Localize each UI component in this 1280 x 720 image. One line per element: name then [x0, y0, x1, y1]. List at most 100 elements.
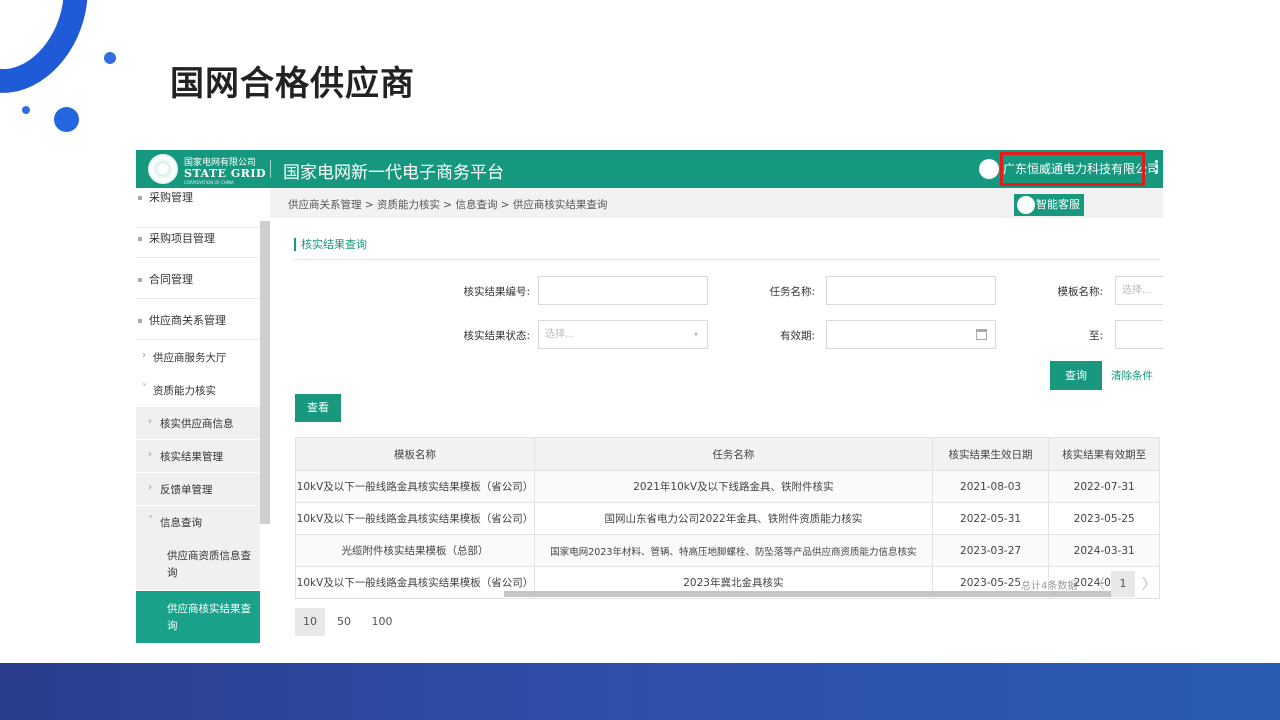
chevron-down-icon: ˅ — [142, 383, 147, 394]
page-size-50[interactable]: 50 — [329, 608, 359, 636]
task-name-label: 任务名称: — [769, 286, 815, 298]
smart-service-label: 智能客服 — [1036, 198, 1080, 211]
screenshot-frame: 国家电网有限公司 STATE GRID CORPORATION OF CHINA… — [136, 150, 1163, 652]
sidebar-item-info-query[interactable]: ˅ 信息查询 — [136, 506, 260, 538]
sidebar-item-label: 采购管理 — [149, 191, 193, 204]
to-date-input[interactable] — [1115, 320, 1163, 349]
sidebar-item-label: 供应商服务大厅 — [153, 352, 227, 364]
to-label: 至: — [1088, 330, 1103, 342]
slide: 国网合格供应商 国家电网有限公司 STATE GRID CORPORATION … — [0, 0, 1280, 720]
bullet-icon — [138, 196, 142, 200]
column-header[interactable]: 核实结果生效日期 — [931, 437, 1050, 471]
table-cell: 国家电网2023年材料、管辆、特高压地脚螺栓、防坠落等产品供应商资质能力信息核实 — [533, 534, 933, 567]
table-row[interactable]: 光缆附件核实结果模板（总部） 国家电网2023年材料、管辆、特高压地脚螺栓、防坠… — [295, 534, 1160, 567]
total-count: 总计4条数据 — [1021, 581, 1078, 592]
task-name-input[interactable] — [826, 276, 996, 305]
sidebar-item-verify-result-manage[interactable]: › 核实结果管理 — [136, 440, 260, 472]
query-button[interactable]: 查询 — [1050, 361, 1102, 390]
chevron-right-icon: › — [142, 350, 146, 361]
status-select[interactable]: 选择... ▾ — [538, 320, 708, 349]
sidebar-item-supplier-service-hall[interactable]: › 供应商服务大厅 — [136, 341, 260, 373]
valid-date-label: 有效期: — [779, 330, 815, 342]
template-name-select[interactable]: 选择... ▾ — [1115, 276, 1163, 305]
table-cell: 2024-03-31 — [1048, 534, 1160, 567]
platform-title: 国家电网新一代电子商务平台 — [283, 163, 504, 183]
table-cell: 2021-08-03 — [931, 470, 1050, 503]
chevron-right-icon: › — [148, 449, 152, 460]
table-cell: 10kV及以下一般线路金具核实结果模板（省公司） — [295, 566, 535, 599]
sidebar-item-label: 核实供应商信息 — [160, 418, 234, 430]
chevron-down-icon: ˅ — [148, 515, 153, 526]
sidebar-item-supplier-relations[interactable]: 供应商关系管理 — [136, 300, 260, 340]
sidebar-item-label: 反馈单管理 — [160, 484, 213, 496]
results-table: 模板名称 任务名称 核实结果生效日期 核实结果有效期至 10kV及以下一般线路金… — [295, 437, 1160, 599]
sidebar: 采购管理 采购项目管理 合同管理 供应商关系管理 › 供应商服务大厅 ˅ 资质能… — [136, 188, 260, 652]
more-vertical-icon[interactable] — [1152, 158, 1160, 180]
sidebar-scrollbar[interactable] — [260, 221, 270, 524]
decorative-dot — [22, 106, 30, 114]
table-cell: 2023-03-27 — [931, 534, 1050, 567]
decorative-ring — [0, 0, 112, 114]
slide-title: 国网合格供应商 — [170, 64, 415, 104]
sidebar-item-qualification-verify[interactable]: ˅ 资质能力核实 — [136, 374, 260, 406]
table-row[interactable]: 10kV及以下一般线路金具核实结果模板（省公司） 国网山东省电力公司2022年金… — [295, 502, 1160, 535]
clear-conditions-link[interactable]: 清除条件 — [1111, 368, 1153, 383]
table-row[interactable]: 10kV及以下一般线路金具核实结果模板（省公司） 2021年10kV及以下线路金… — [295, 470, 1160, 503]
sidebar-item-label: 资质能力核实 — [153, 385, 216, 397]
table-cell: 2022-05-31 — [931, 502, 1050, 535]
logo-en-text: STATE GRID — [184, 167, 267, 180]
highlight-box — [1000, 152, 1145, 186]
chevron-left-icon[interactable]: 〈 — [1091, 574, 1105, 594]
smart-service-button[interactable]: 智能客服 — [1014, 194, 1084, 216]
table-cell: 2021年10kV及以下线路金具、铁附件核实 — [533, 470, 933, 503]
sidebar-item-verify-result-query[interactable]: 供应商核实结果查询 — [136, 591, 260, 643]
column-header[interactable]: 模板名称 — [295, 437, 535, 471]
breadcrumb[interactable]: 供应商关系管理 > 资质能力核实 > 信息查询 > 供应商核实结果查询 — [288, 197, 607, 212]
table-cell: 国网山东省电力公司2022年金具、铁附件资质能力核实 — [533, 502, 933, 535]
page-number[interactable]: 1 — [1111, 571, 1135, 597]
table-cell: 2022-07-31 — [1048, 470, 1160, 503]
sidebar-item-verify-supplier-info[interactable]: › 核实供应商信息 — [136, 407, 260, 439]
chevron-right-icon: › — [148, 482, 152, 493]
chevron-right-icon[interactable]: 〉 — [1142, 574, 1156, 594]
table-cell: 10kV及以下一般线路金具核实结果模板（省公司） — [295, 470, 535, 503]
sidebar-item-label: 采购项目管理 — [149, 232, 215, 245]
sidebar-item-label: 信息查询 — [160, 517, 202, 529]
caret-down-icon: ▾ — [693, 330, 698, 339]
sidebar-item-label: 合同管理 — [149, 273, 193, 286]
page-size-100[interactable]: 100 — [365, 608, 399, 636]
logo-sub-text: CORPORATION OF CHINA — [184, 180, 234, 185]
customer-service-icon — [1017, 196, 1035, 214]
template-name-label: 模板名称: — [1057, 286, 1103, 298]
sidebar-item-procurement-projects[interactable]: 采购项目管理 — [136, 218, 260, 258]
avatar[interactable] — [979, 159, 999, 179]
sidebar-item-label: 供应商核实结果查询 — [167, 603, 251, 632]
decorative-dot — [104, 52, 116, 64]
view-button[interactable]: 查看 — [295, 394, 341, 422]
table-cell: 10kV及以下一般线路金具核实结果模板（省公司） — [295, 502, 535, 535]
sidebar-item-contracts[interactable]: 合同管理 — [136, 259, 260, 299]
table-cell: 光缆附件核实结果模板（总部） — [295, 534, 535, 567]
calendar-icon — [976, 329, 987, 340]
bullet-icon — [138, 237, 142, 241]
divider — [294, 259, 1160, 260]
sidebar-item-feedback-manage[interactable]: › 反馈单管理 — [136, 473, 260, 505]
sidebar-item-label: 核实结果管理 — [160, 451, 223, 463]
table-cell: 2023-05-25 — [1048, 502, 1160, 535]
column-header[interactable]: 任务名称 — [533, 437, 933, 471]
sidebar-item-label: 供应商关系管理 — [149, 314, 226, 327]
state-grid-logo-icon — [148, 154, 178, 184]
chevron-right-icon: › — [148, 416, 152, 427]
top-bar: 国家电网有限公司 STATE GRID CORPORATION OF CHINA… — [136, 150, 1163, 188]
result-no-input[interactable] — [538, 276, 708, 305]
valid-date-input[interactable] — [826, 320, 996, 349]
section-title: 核实结果查询 — [294, 238, 367, 251]
column-header[interactable]: 核实结果有效期至 — [1048, 437, 1160, 471]
template-placeholder: 选择... — [1122, 285, 1152, 296]
sidebar-item-qualification-info-query[interactable]: 供应商资质信息查询 — [136, 538, 260, 590]
page-size-10[interactable]: 10 — [295, 608, 325, 636]
table-header-row: 模板名称 任务名称 核实结果生效日期 核实结果有效期至 — [295, 437, 1160, 471]
status-label: 核实结果状态: — [463, 330, 530, 342]
bullet-icon — [138, 278, 142, 282]
sidebar-item-label: 供应商资质信息查询 — [167, 550, 251, 579]
